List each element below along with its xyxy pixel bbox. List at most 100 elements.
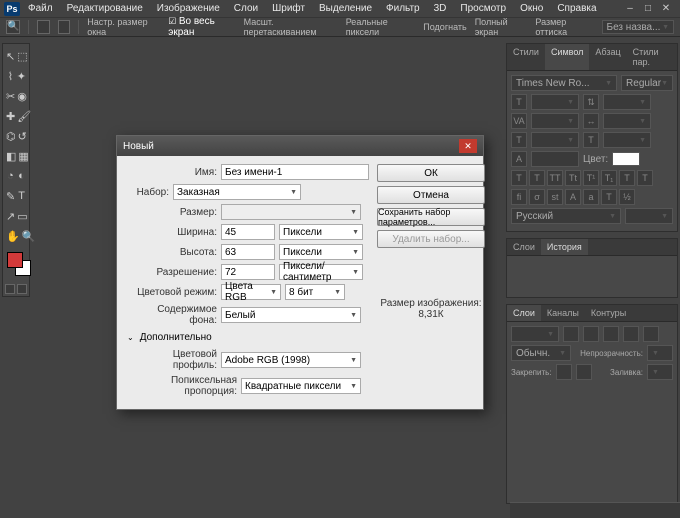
depth-select[interactable]: 8 бит▼ bbox=[285, 284, 345, 300]
t1-icon[interactable]: T bbox=[601, 189, 617, 205]
tab-channels[interactable]: Каналы bbox=[541, 305, 585, 321]
menu-image[interactable]: Изображение bbox=[151, 1, 226, 16]
menu-help[interactable]: Справка bbox=[551, 1, 602, 16]
kerning-dd[interactable]: ▼ bbox=[531, 113, 579, 129]
strike-icon[interactable]: T bbox=[637, 170, 653, 186]
brush-tool[interactable]: 🖌 bbox=[17, 107, 31, 125]
baseline-dd[interactable] bbox=[531, 151, 579, 167]
maximize-icon[interactable]: □ bbox=[642, 3, 654, 15]
fi-icon[interactable]: fi bbox=[511, 189, 527, 205]
dialog-close-icon[interactable]: ✕ bbox=[459, 139, 477, 153]
fill-dd[interactable]: ▼ bbox=[647, 364, 673, 380]
eyedropper-tool[interactable]: ◉ bbox=[17, 87, 27, 105]
type-tool[interactable]: T bbox=[17, 187, 26, 205]
profile-select[interactable]: Adobe RGB (1998)▼ bbox=[221, 352, 361, 368]
marquee-tool[interactable]: ⬚ bbox=[17, 47, 27, 65]
bold-icon[interactable]: T bbox=[511, 170, 527, 186]
lasso-tool[interactable]: ⌇ bbox=[6, 67, 15, 85]
sigma-icon[interactable]: σ bbox=[529, 189, 545, 205]
opt-fit[interactable]: Подогнать bbox=[423, 22, 466, 32]
menu-view[interactable]: Просмотр bbox=[454, 1, 512, 16]
vscale-dd[interactable]: ▼ bbox=[531, 132, 579, 148]
dialog-titlebar[interactable]: Новый ✕ bbox=[117, 136, 483, 156]
tab-character[interactable]: Символ bbox=[545, 44, 589, 70]
leading-dd[interactable]: ▼ bbox=[603, 94, 651, 110]
font-size-dd[interactable]: ▼ bbox=[531, 94, 579, 110]
color-swatches[interactable] bbox=[5, 250, 27, 278]
screenmode-icon[interactable] bbox=[17, 284, 27, 294]
opt-actual[interactable]: Реальные пиксели bbox=[346, 17, 416, 37]
sub-icon[interactable]: T₁ bbox=[601, 170, 617, 186]
filter-img-icon[interactable] bbox=[563, 326, 579, 342]
fg-color[interactable] bbox=[7, 252, 23, 268]
font-style-dd[interactable]: Regular▼ bbox=[621, 75, 673, 91]
shape-tool[interactable]: ▭ bbox=[17, 207, 27, 225]
eraser-tool[interactable]: ◧ bbox=[6, 147, 16, 165]
resolution-input[interactable] bbox=[221, 264, 275, 280]
menu-filter[interactable]: Фильтр bbox=[380, 1, 426, 16]
tab-paths[interactable]: Контуры bbox=[585, 305, 632, 321]
tab-layers[interactable]: Слои bbox=[507, 305, 541, 321]
mode-select[interactable]: Цвета RGB▼ bbox=[221, 284, 281, 300]
ok-button[interactable]: ОК bbox=[377, 164, 485, 182]
lang-dd[interactable]: Русский▼ bbox=[511, 208, 621, 224]
tab-layers-sm[interactable]: Слои bbox=[507, 239, 541, 255]
height-input[interactable] bbox=[221, 244, 275, 260]
font-family-dd[interactable]: Times New Ro...▼ bbox=[511, 75, 617, 91]
opt-fullscreen-chk[interactable]: ☑ Во весь экран bbox=[168, 16, 235, 38]
layer-filter-dd[interactable]: ▼ bbox=[511, 326, 559, 342]
history-brush-tool[interactable]: ↺ bbox=[18, 127, 27, 145]
menu-3d[interactable]: 3D bbox=[428, 1, 453, 16]
zoom-in-icon[interactable] bbox=[37, 20, 50, 34]
path-tool[interactable]: ↗ bbox=[6, 207, 15, 225]
filter-shp-icon[interactable] bbox=[623, 326, 639, 342]
text-color-swatch[interactable] bbox=[612, 152, 640, 166]
cancel-button[interactable]: Отмена bbox=[377, 186, 485, 204]
st-icon[interactable]: st bbox=[547, 189, 563, 205]
tracking-dd[interactable]: ▼ bbox=[603, 113, 651, 129]
opt-scrubby[interactable]: Масшт. перетаскиванием bbox=[244, 17, 338, 37]
minimize-icon[interactable]: – bbox=[624, 3, 636, 15]
opt-full[interactable]: Полный экран bbox=[475, 17, 528, 37]
filter-so-icon[interactable] bbox=[643, 326, 659, 342]
ad-icon[interactable]: a bbox=[583, 189, 599, 205]
width-input[interactable] bbox=[221, 224, 275, 240]
aspect-select[interactable]: Квадратные пиксели▼ bbox=[241, 378, 361, 394]
caps-icon[interactable]: TT bbox=[547, 170, 563, 186]
menu-edit[interactable]: Редактирование bbox=[61, 1, 149, 16]
underline-icon[interactable]: T bbox=[619, 170, 635, 186]
menu-layers[interactable]: Слои bbox=[228, 1, 264, 16]
opacity-dd[interactable]: ▼ bbox=[647, 345, 673, 361]
menu-select[interactable]: Выделение bbox=[313, 1, 378, 16]
tab-parastyles[interactable]: Стили пар. bbox=[627, 44, 677, 70]
tab-styles[interactable]: Стили bbox=[507, 44, 545, 70]
crop-tool[interactable]: ✂ bbox=[6, 87, 15, 105]
close-icon[interactable]: ✕ bbox=[660, 3, 672, 15]
bg-select[interactable]: Белый▼ bbox=[221, 307, 361, 323]
workspace-combo[interactable]: Без назва...▼ bbox=[602, 20, 674, 34]
tab-paragraph[interactable]: Абзац bbox=[589, 44, 626, 70]
hand-tool[interactable]: ✋ bbox=[6, 227, 20, 245]
super-icon[interactable]: T¹ bbox=[583, 170, 599, 186]
zoom-out-icon[interactable] bbox=[58, 20, 71, 34]
menu-type[interactable]: Шрифт bbox=[266, 1, 311, 16]
filter-adj-icon[interactable] bbox=[583, 326, 599, 342]
menu-window[interactable]: Окно bbox=[514, 1, 549, 16]
preset-select[interactable]: Заказная▼ bbox=[173, 184, 301, 200]
tab-history[interactable]: История bbox=[541, 239, 588, 255]
gradient-tool[interactable]: ▦ bbox=[18, 147, 28, 165]
dodge-tool[interactable]: ◐ bbox=[17, 167, 26, 185]
wand-tool[interactable]: ✦ bbox=[17, 67, 26, 85]
filter-txt-icon[interactable] bbox=[603, 326, 619, 342]
blend-mode-dd[interactable]: Обычн.▼ bbox=[511, 345, 571, 361]
hscale-dd[interactable]: ▼ bbox=[603, 132, 651, 148]
move-tool[interactable]: ↖ bbox=[6, 47, 15, 65]
stamp-tool[interactable]: ⌬ bbox=[6, 127, 16, 145]
height-unit-select[interactable]: Пиксели▼ bbox=[279, 244, 363, 260]
opt-print[interactable]: Размер оттиска bbox=[535, 17, 593, 37]
heal-tool[interactable]: ✚ bbox=[6, 107, 15, 125]
zoom-tool[interactable]: 🔍 bbox=[22, 227, 36, 245]
lock-pos-icon[interactable] bbox=[576, 364, 592, 380]
menu-file[interactable]: Файл bbox=[22, 1, 59, 16]
resolution-unit-select[interactable]: Пиксели/сантиметр▼ bbox=[279, 264, 363, 280]
